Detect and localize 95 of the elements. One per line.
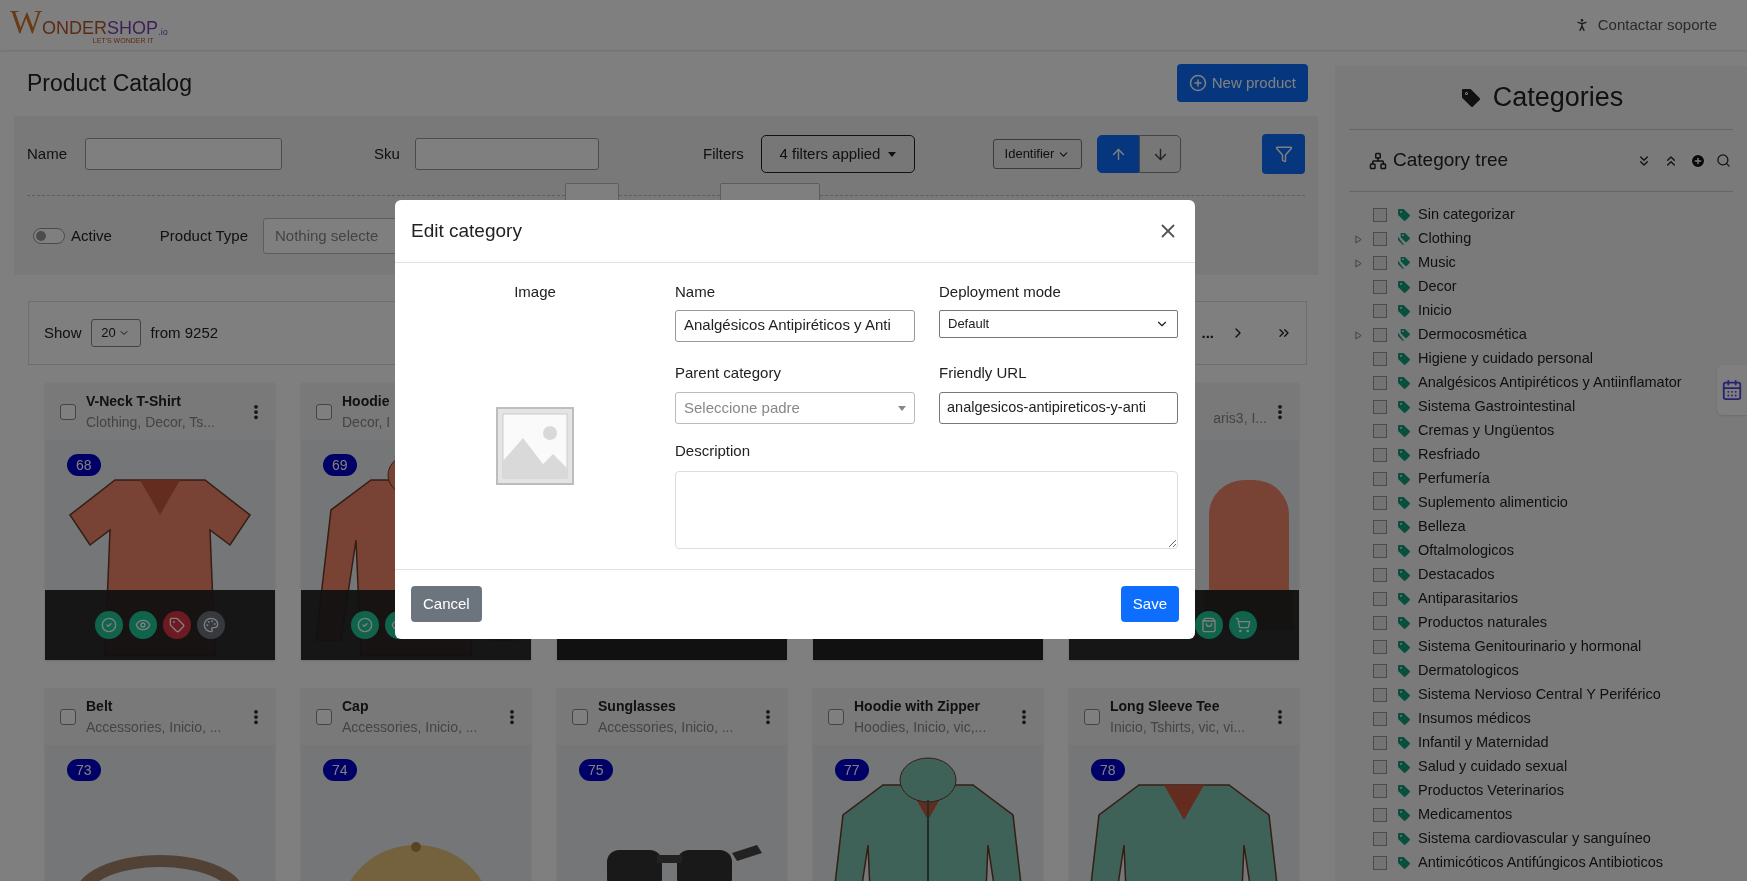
- friendly-url-field[interactable]: analgesicos-antipireticos-y-anti: [939, 392, 1178, 424]
- tree-item[interactable]: Antimicóticos Antifúngicos Antibioticos: [1349, 851, 1733, 875]
- category-label: Dermocosmética: [1418, 325, 1527, 345]
- category-label: Destacados: [1418, 565, 1495, 585]
- category-label: Resfriado: [1418, 445, 1481, 465]
- product-title[interactable]: Cap: [342, 695, 503, 717]
- tree-item[interactable]: Sistema cardiovascular y sanguíneo: [1349, 827, 1733, 851]
- save-button[interactable]: Save: [1120, 586, 1179, 622]
- id-badge: 75: [579, 759, 613, 781]
- category-label: Clothing: [1418, 229, 1472, 249]
- category-label: Higiene y cuidado personal: [1418, 349, 1593, 369]
- friendly-url-label: Friendly URL: [939, 362, 1028, 383]
- page-title: Product Catalog: [27, 68, 192, 98]
- name-field[interactable]: Analgésicos Antipiréticos y Anti: [675, 309, 915, 342]
- product-title[interactable]: Belt: [86, 695, 247, 717]
- filters-dropdown[interactable]: 4 filters applied: [761, 135, 915, 173]
- tree-item[interactable]: Destacados: [1349, 563, 1733, 587]
- category-label: Cremas y Ungüentos: [1418, 421, 1555, 441]
- name-label: Name: [27, 143, 68, 164]
- tree-item[interactable]: Salud y cuidado sexual: [1349, 755, 1733, 779]
- show-label: Show: [44, 322, 82, 343]
- category-label: Medicamentos: [1418, 805, 1513, 825]
- tree-item[interactable]: Perfumería: [1349, 467, 1733, 491]
- new-product-button[interactable]: New product: [1176, 64, 1308, 102]
- id-badge: 68: [67, 454, 101, 476]
- tree-item[interactable]: Inicio: [1349, 299, 1733, 323]
- parent-category-label: Parent category: [675, 362, 782, 383]
- category-label: Sistema Genitourinario y hormonal: [1418, 637, 1642, 657]
- category-label: Inicio: [1418, 301, 1452, 321]
- tree-item[interactable]: Sistema Nervioso Central Y Periférico: [1349, 683, 1733, 707]
- tree-item[interactable]: Dermocosmética: [1349, 323, 1733, 347]
- page-size-select[interactable]: 20: [90, 319, 141, 347]
- tree-item[interactable]: Higiene y cuidado personal: [1349, 347, 1733, 371]
- tree-item[interactable]: Sin categorizar: [1349, 203, 1733, 227]
- description-label: Description: [675, 441, 752, 461]
- support-link[interactable]: Contactar soporte: [1573, 13, 1737, 37]
- category-label: Oftalmologicos: [1418, 541, 1514, 561]
- tree-item[interactable]: Clothing: [1349, 227, 1733, 251]
- tree-item[interactable]: Cremas y Ungüentos: [1349, 419, 1733, 443]
- id-badge: 69: [323, 454, 357, 476]
- category-label: Antimicóticos Antifúngicos Antibioticos: [1418, 853, 1663, 873]
- category-label: Sin categorizar: [1418, 205, 1515, 225]
- image-label: Image: [514, 282, 556, 302]
- category-label: Perfumería: [1418, 469, 1490, 489]
- sort-field-select[interactable]: Identifier: [993, 139, 1082, 169]
- category-label: Dermatologicos: [1418, 661, 1519, 681]
- tree-item[interactable]: Medicamentos: [1349, 803, 1733, 827]
- product-title[interactable]: V-Neck T-Shirt: [86, 390, 247, 412]
- category-label: Insumos médicos: [1418, 709, 1531, 729]
- sku-label: Sku: [374, 143, 401, 164]
- category-label: Suplemento alimenticio: [1418, 493, 1568, 513]
- category-label: Analgésicos Antipiréticos y Antiinflamator: [1418, 373, 1682, 393]
- id-badge: 73: [67, 759, 101, 781]
- total-count: from 9252: [150, 322, 219, 343]
- product-title[interactable]: Hoodie with Zipper: [854, 695, 1015, 717]
- product-title[interactable]: Long Sleeve Tee: [1110, 695, 1271, 717]
- product-title[interactable]: Sunglasses: [598, 695, 759, 717]
- product-type-label: Product Type: [159, 225, 248, 246]
- tree-item[interactable]: Oftalmologicos: [1349, 539, 1733, 563]
- ellipsis: ...: [1201, 322, 1214, 343]
- category-label: Antiparasitarios: [1418, 589, 1518, 609]
- id-badge: 77: [835, 759, 869, 781]
- tree-item[interactable]: Productos Veterinarios: [1349, 779, 1733, 803]
- category-label: Sistema cardiovascular y sanguíneo: [1418, 829, 1651, 849]
- deployment-mode-label: Deployment mode: [939, 282, 1062, 302]
- tree-item[interactable]: Dermatologicos: [1349, 659, 1733, 683]
- category-label: Music: [1418, 253, 1456, 273]
- category-label: Sistema Gastrointestinal: [1418, 397, 1576, 417]
- category-label: Sistema Nervioso Central Y Periférico: [1418, 685, 1661, 705]
- filters-label: Filters: [703, 143, 745, 164]
- tree-item[interactable]: Productos naturales: [1349, 611, 1733, 635]
- tree-item[interactable]: Suplemento alimenticio: [1349, 491, 1733, 515]
- tree-item[interactable]: Music: [1349, 251, 1733, 275]
- tree-item[interactable]: Antiparasitarios: [1349, 587, 1733, 611]
- deployment-mode-select[interactable]: Default: [939, 309, 1178, 338]
- category-label: Belleza: [1418, 517, 1466, 537]
- tree-item[interactable]: Infantil y Maternidad: [1349, 731, 1733, 755]
- category-label: Infantil y Maternidad: [1418, 733, 1549, 753]
- active-label: Active: [71, 225, 112, 246]
- category-label: Decor: [1418, 277, 1457, 297]
- id-badge: 74: [323, 759, 357, 781]
- category-label: Productos naturales: [1418, 613, 1547, 633]
- cancel-button[interactable]: Cancel: [411, 586, 482, 622]
- tree-title: Category tree: [1393, 148, 1509, 173]
- tree-item[interactable]: Resfriado: [1349, 443, 1733, 467]
- category-label: Productos Veterinarios: [1418, 781, 1564, 801]
- category-label: Salud y cuidado sexual: [1418, 757, 1568, 777]
- name-label: Name: [675, 282, 716, 302]
- id-badge: 78: [1091, 759, 1125, 781]
- parent-category-select[interactable]: Seleccione padre: [675, 392, 915, 424]
- tree-item[interactable]: Belleza: [1349, 515, 1733, 539]
- panel-title: Categories: [1492, 81, 1624, 115]
- tree-item[interactable]: Sistema Genitourinario y hormonal: [1349, 635, 1733, 659]
- tree-item[interactable]: Decor: [1349, 275, 1733, 299]
- tree-item[interactable]: Insumos médicos: [1349, 707, 1733, 731]
